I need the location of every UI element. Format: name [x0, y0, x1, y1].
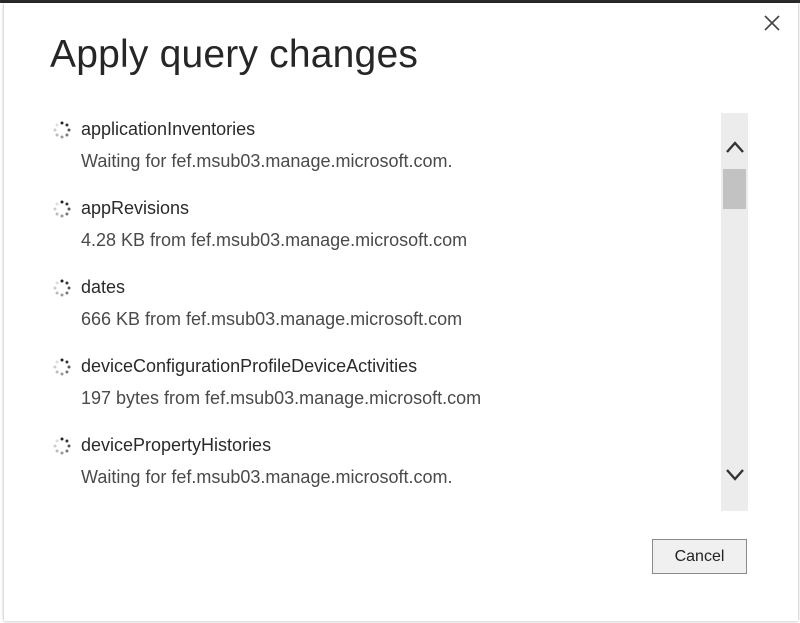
- scroll-up-button[interactable]: [721, 133, 748, 161]
- query-status: Waiting for fef.msub03.manage.microsoft.…: [81, 467, 453, 487]
- query-item: devicePropertyHistories Waiting for fef.…: [48, 427, 708, 506]
- query-item: applicationInventories Waiting for fef.m…: [48, 111, 708, 190]
- query-name: applicationInventories: [81, 119, 256, 139]
- query-item: appRevisions 4.28 KB from fef.msub03.man…: [48, 190, 708, 269]
- chevron-down-icon: [725, 469, 744, 481]
- query-name: appRevisions: [81, 198, 190, 218]
- query-name: devicePropertyHistories: [81, 435, 272, 455]
- query-status: 197 bytes from fef.msub03.manage.microso…: [81, 388, 482, 408]
- query-name: deviceConfigurationProfileDeviceActiviti…: [81, 356, 418, 376]
- query-item: deviceConfigurationProfileDeviceActiviti…: [48, 348, 708, 427]
- scroll-down-button[interactable]: [721, 461, 748, 489]
- close-button[interactable]: [758, 9, 786, 37]
- scroll-thumb[interactable]: [723, 169, 746, 209]
- screen: Apply query changes applicationInventori…: [0, 0, 800, 623]
- query-status: 4.28 KB from fef.msub03.manage.microsoft…: [81, 230, 468, 250]
- query-status: Waiting for fef.msub03.manage.microsoft.…: [81, 151, 453, 171]
- chevron-up-icon: [725, 141, 744, 153]
- query-status: 666 KB from fef.msub03.manage.microsoft.…: [81, 309, 463, 329]
- query-item: dates 666 KB from fef.msub03.manage.micr…: [48, 269, 708, 348]
- loading-spinner-icon: [53, 121, 71, 139]
- cancel-button[interactable]: Cancel: [652, 539, 747, 574]
- query-name: dates: [81, 277, 126, 297]
- loading-spinner-icon: [53, 200, 71, 218]
- loading-spinner-icon: [53, 437, 71, 455]
- loading-spinner-icon: [53, 358, 71, 376]
- apply-query-changes-dialog: Apply query changes applicationInventori…: [4, 3, 798, 621]
- query-list: applicationInventories Waiting for fef.m…: [48, 111, 708, 511]
- loading-spinner-icon: [53, 279, 71, 297]
- query-list-scrollbar[interactable]: [721, 113, 748, 511]
- close-icon: [764, 15, 780, 31]
- dialog-title: Apply query changes: [50, 33, 419, 76]
